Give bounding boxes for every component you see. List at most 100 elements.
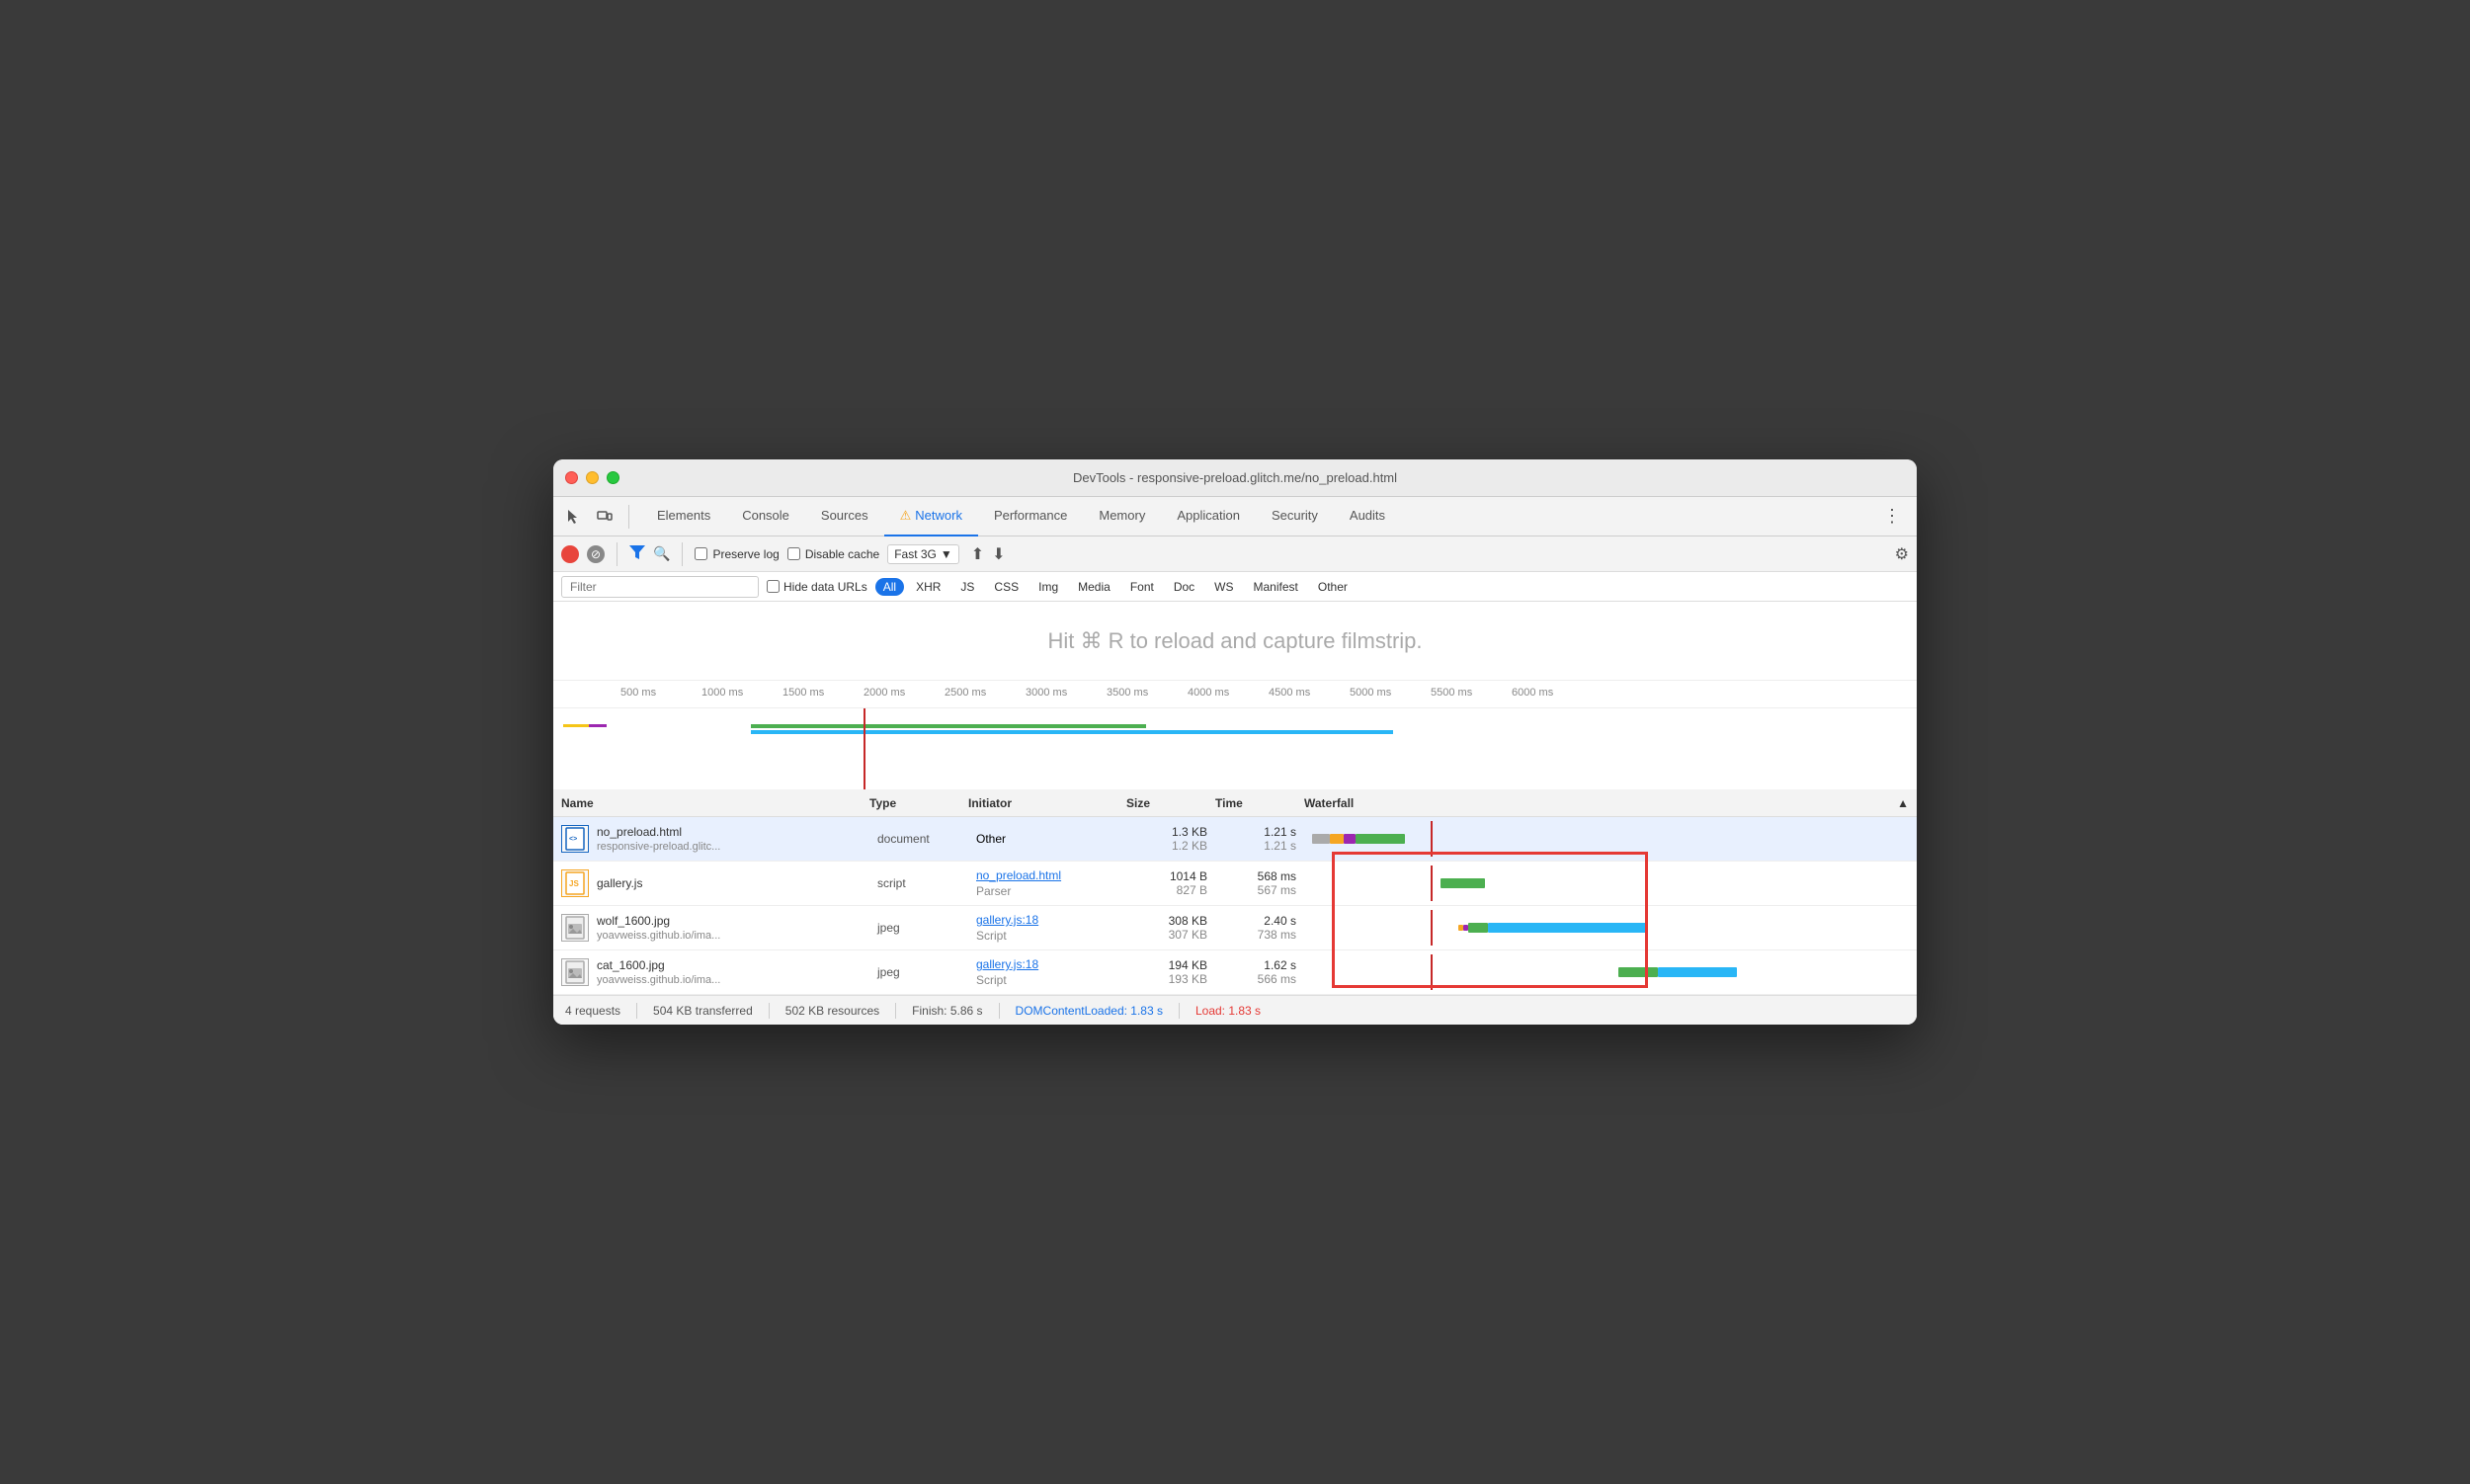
timeline-bar-purple — [589, 724, 607, 727]
tab-sources[interactable]: Sources — [805, 497, 884, 536]
cell-initiator-1: no_preload.html Parser — [968, 862, 1126, 905]
col-header-time[interactable]: Time — [1215, 796, 1304, 810]
domain-0: responsive-preload.glitc... — [597, 841, 720, 853]
tick-5500ms: 5500 ms — [1431, 687, 1472, 699]
cell-initiator-3: gallery.js:18 Script — [968, 950, 1126, 994]
timeline-ruler: 500 ms 1000 ms 1500 ms 2000 ms 2500 ms 3… — [553, 681, 1917, 708]
cell-name-3: cat_1600.jpg yoavweiss.github.io/ima... — [553, 950, 869, 994]
col-header-name[interactable]: Name — [553, 796, 869, 810]
initiator-link-2[interactable]: gallery.js:18 — [976, 913, 1118, 927]
tab-memory[interactable]: Memory — [1083, 497, 1161, 536]
tick-1500ms: 1500 ms — [782, 687, 824, 699]
filename-1: gallery.js — [597, 876, 642, 890]
col-header-initiator[interactable]: Initiator — [968, 796, 1126, 810]
timeline-bars — [553, 708, 1917, 789]
table-row[interactable]: cat_1600.jpg yoavweiss.github.io/ima... … — [553, 950, 1917, 995]
preserve-log-checkbox[interactable] — [695, 547, 707, 560]
export-icon[interactable]: ⬇ — [992, 544, 1005, 564]
filter-icon[interactable] — [629, 545, 645, 562]
transferred-size: 504 KB transferred — [653, 1004, 753, 1018]
filter-type-all[interactable]: All — [875, 578, 904, 596]
filter-type-ws[interactable]: WS — [1206, 578, 1241, 596]
hide-data-urls-checkbox[interactable] — [767, 580, 780, 593]
cell-name-2: wolf_1600.jpg yoavweiss.github.io/ima... — [553, 906, 869, 949]
cell-waterfall-2 — [1304, 906, 1917, 949]
import-icon[interactable]: ⬆ — [971, 544, 984, 564]
file-icon-img-wolf — [561, 914, 589, 942]
disable-cache-label[interactable]: Disable cache — [787, 547, 879, 561]
clear-button[interactable]: ⊘ — [587, 545, 605, 563]
wf-ttfb-0 — [1330, 834, 1344, 844]
tab-performance[interactable]: Performance — [978, 497, 1083, 536]
filter-type-xhr[interactable]: XHR — [908, 578, 948, 596]
table-row[interactable]: <> no_preload.html responsive-preload.gl… — [553, 817, 1917, 862]
filter-type-js[interactable]: JS — [952, 578, 982, 596]
col-header-size[interactable]: Size — [1126, 796, 1215, 810]
tab-security[interactable]: Security — [1256, 497, 1334, 536]
filter-type-doc[interactable]: Doc — [1166, 578, 1202, 596]
cell-size-1: 1014 B 827 B — [1126, 862, 1215, 905]
filter-bar: Hide data URLs All XHR JS CSS Img Media … — [553, 572, 1917, 602]
col-header-type[interactable]: Type — [869, 796, 968, 810]
timeline-bar-yellow — [563, 724, 589, 727]
filter-input[interactable] — [561, 576, 759, 598]
cell-waterfall-0 — [1304, 817, 1917, 861]
cell-time-1: 568 ms 567 ms — [1215, 862, 1304, 905]
waterfall-dcl-line-0 — [1431, 821, 1433, 857]
chevron-down-icon: ▼ — [941, 547, 952, 561]
throttle-dropdown[interactable]: Fast 3G ▼ — [887, 544, 959, 564]
filter-type-media[interactable]: Media — [1070, 578, 1118, 596]
wf-download-0 — [1356, 834, 1405, 844]
tick-2000ms: 2000 ms — [864, 687, 905, 699]
cell-size-2: 308 KB 307 KB — [1126, 906, 1215, 949]
filter-type-manifest[interactable]: Manifest — [1246, 578, 1306, 596]
devtools-panel: Elements Console Sources ⚠ Network Perfo… — [553, 497, 1917, 1025]
record-button[interactable] — [561, 545, 579, 563]
cursor-icon[interactable] — [561, 505, 585, 529]
tab-audits[interactable]: Audits — [1334, 497, 1401, 536]
preserve-log-label[interactable]: Preserve log — [695, 547, 779, 561]
table-row[interactable]: wolf_1600.jpg yoavweiss.github.io/ima...… — [553, 906, 1917, 950]
initiator-link-3[interactable]: gallery.js:18 — [976, 957, 1118, 971]
settings-icon[interactable]: ⚙ — [1895, 544, 1909, 564]
device-toggle-icon[interactable] — [593, 505, 617, 529]
waterfall-dcl-line-1 — [1431, 866, 1433, 901]
col-header-waterfall[interactable]: Waterfall ▲ — [1304, 796, 1917, 810]
filename-0: no_preload.html — [597, 825, 720, 839]
search-icon[interactable]: 🔍 — [653, 545, 670, 562]
status-divider-1 — [636, 1003, 637, 1019]
hide-data-urls-label[interactable]: Hide data URLs — [767, 580, 867, 594]
tick-5000ms: 5000 ms — [1350, 687, 1391, 699]
cell-type-1: script — [869, 862, 968, 905]
initiator-link-1[interactable]: no_preload.html — [976, 868, 1118, 882]
status-bar: 4 requests 504 KB transferred 502 KB res… — [553, 995, 1917, 1025]
filter-type-img[interactable]: Img — [1030, 578, 1066, 596]
maximize-button[interactable] — [607, 471, 619, 484]
file-icon-html: <> — [561, 825, 589, 853]
more-tabs-button[interactable]: ⋮ — [1875, 506, 1909, 527]
cell-time-3: 1.62 s 566 ms — [1215, 950, 1304, 994]
tab-application[interactable]: Application — [1161, 497, 1256, 536]
filter-type-font[interactable]: Font — [1122, 578, 1162, 596]
status-divider-4 — [999, 1003, 1000, 1019]
timeline-bar-green — [751, 724, 1146, 728]
timeline-dcl-line — [864, 708, 865, 789]
timeline-bar-blue — [751, 730, 1393, 734]
tab-elements[interactable]: Elements — [641, 497, 726, 536]
minimize-button[interactable] — [586, 471, 599, 484]
disable-cache-checkbox[interactable] — [787, 547, 800, 560]
domain-3: yoavweiss.github.io/ima... — [597, 974, 720, 986]
tab-console[interactable]: Console — [726, 497, 805, 536]
filmstrip-area: Hit ⌘ R to reload and capture filmstrip. — [553, 602, 1917, 681]
titlebar: DevTools - responsive-preload.glitch.me/… — [553, 459, 1917, 497]
hide-data-urls-text: Hide data URLs — [783, 580, 867, 594]
cell-name-0: <> no_preload.html responsive-preload.gl… — [553, 817, 869, 861]
filter-type-other[interactable]: Other — [1310, 578, 1356, 596]
close-button[interactable] — [565, 471, 578, 484]
table-row[interactable]: JS gallery.js script no_preload.html Par… — [553, 862, 1917, 906]
tab-network[interactable]: ⚠ Network — [884, 497, 978, 536]
tick-2500ms: 2500 ms — [945, 687, 986, 699]
tick-4000ms: 4000 ms — [1188, 687, 1229, 699]
filter-type-css[interactable]: CSS — [986, 578, 1027, 596]
window-title: DevTools - responsive-preload.glitch.me/… — [1073, 470, 1397, 485]
